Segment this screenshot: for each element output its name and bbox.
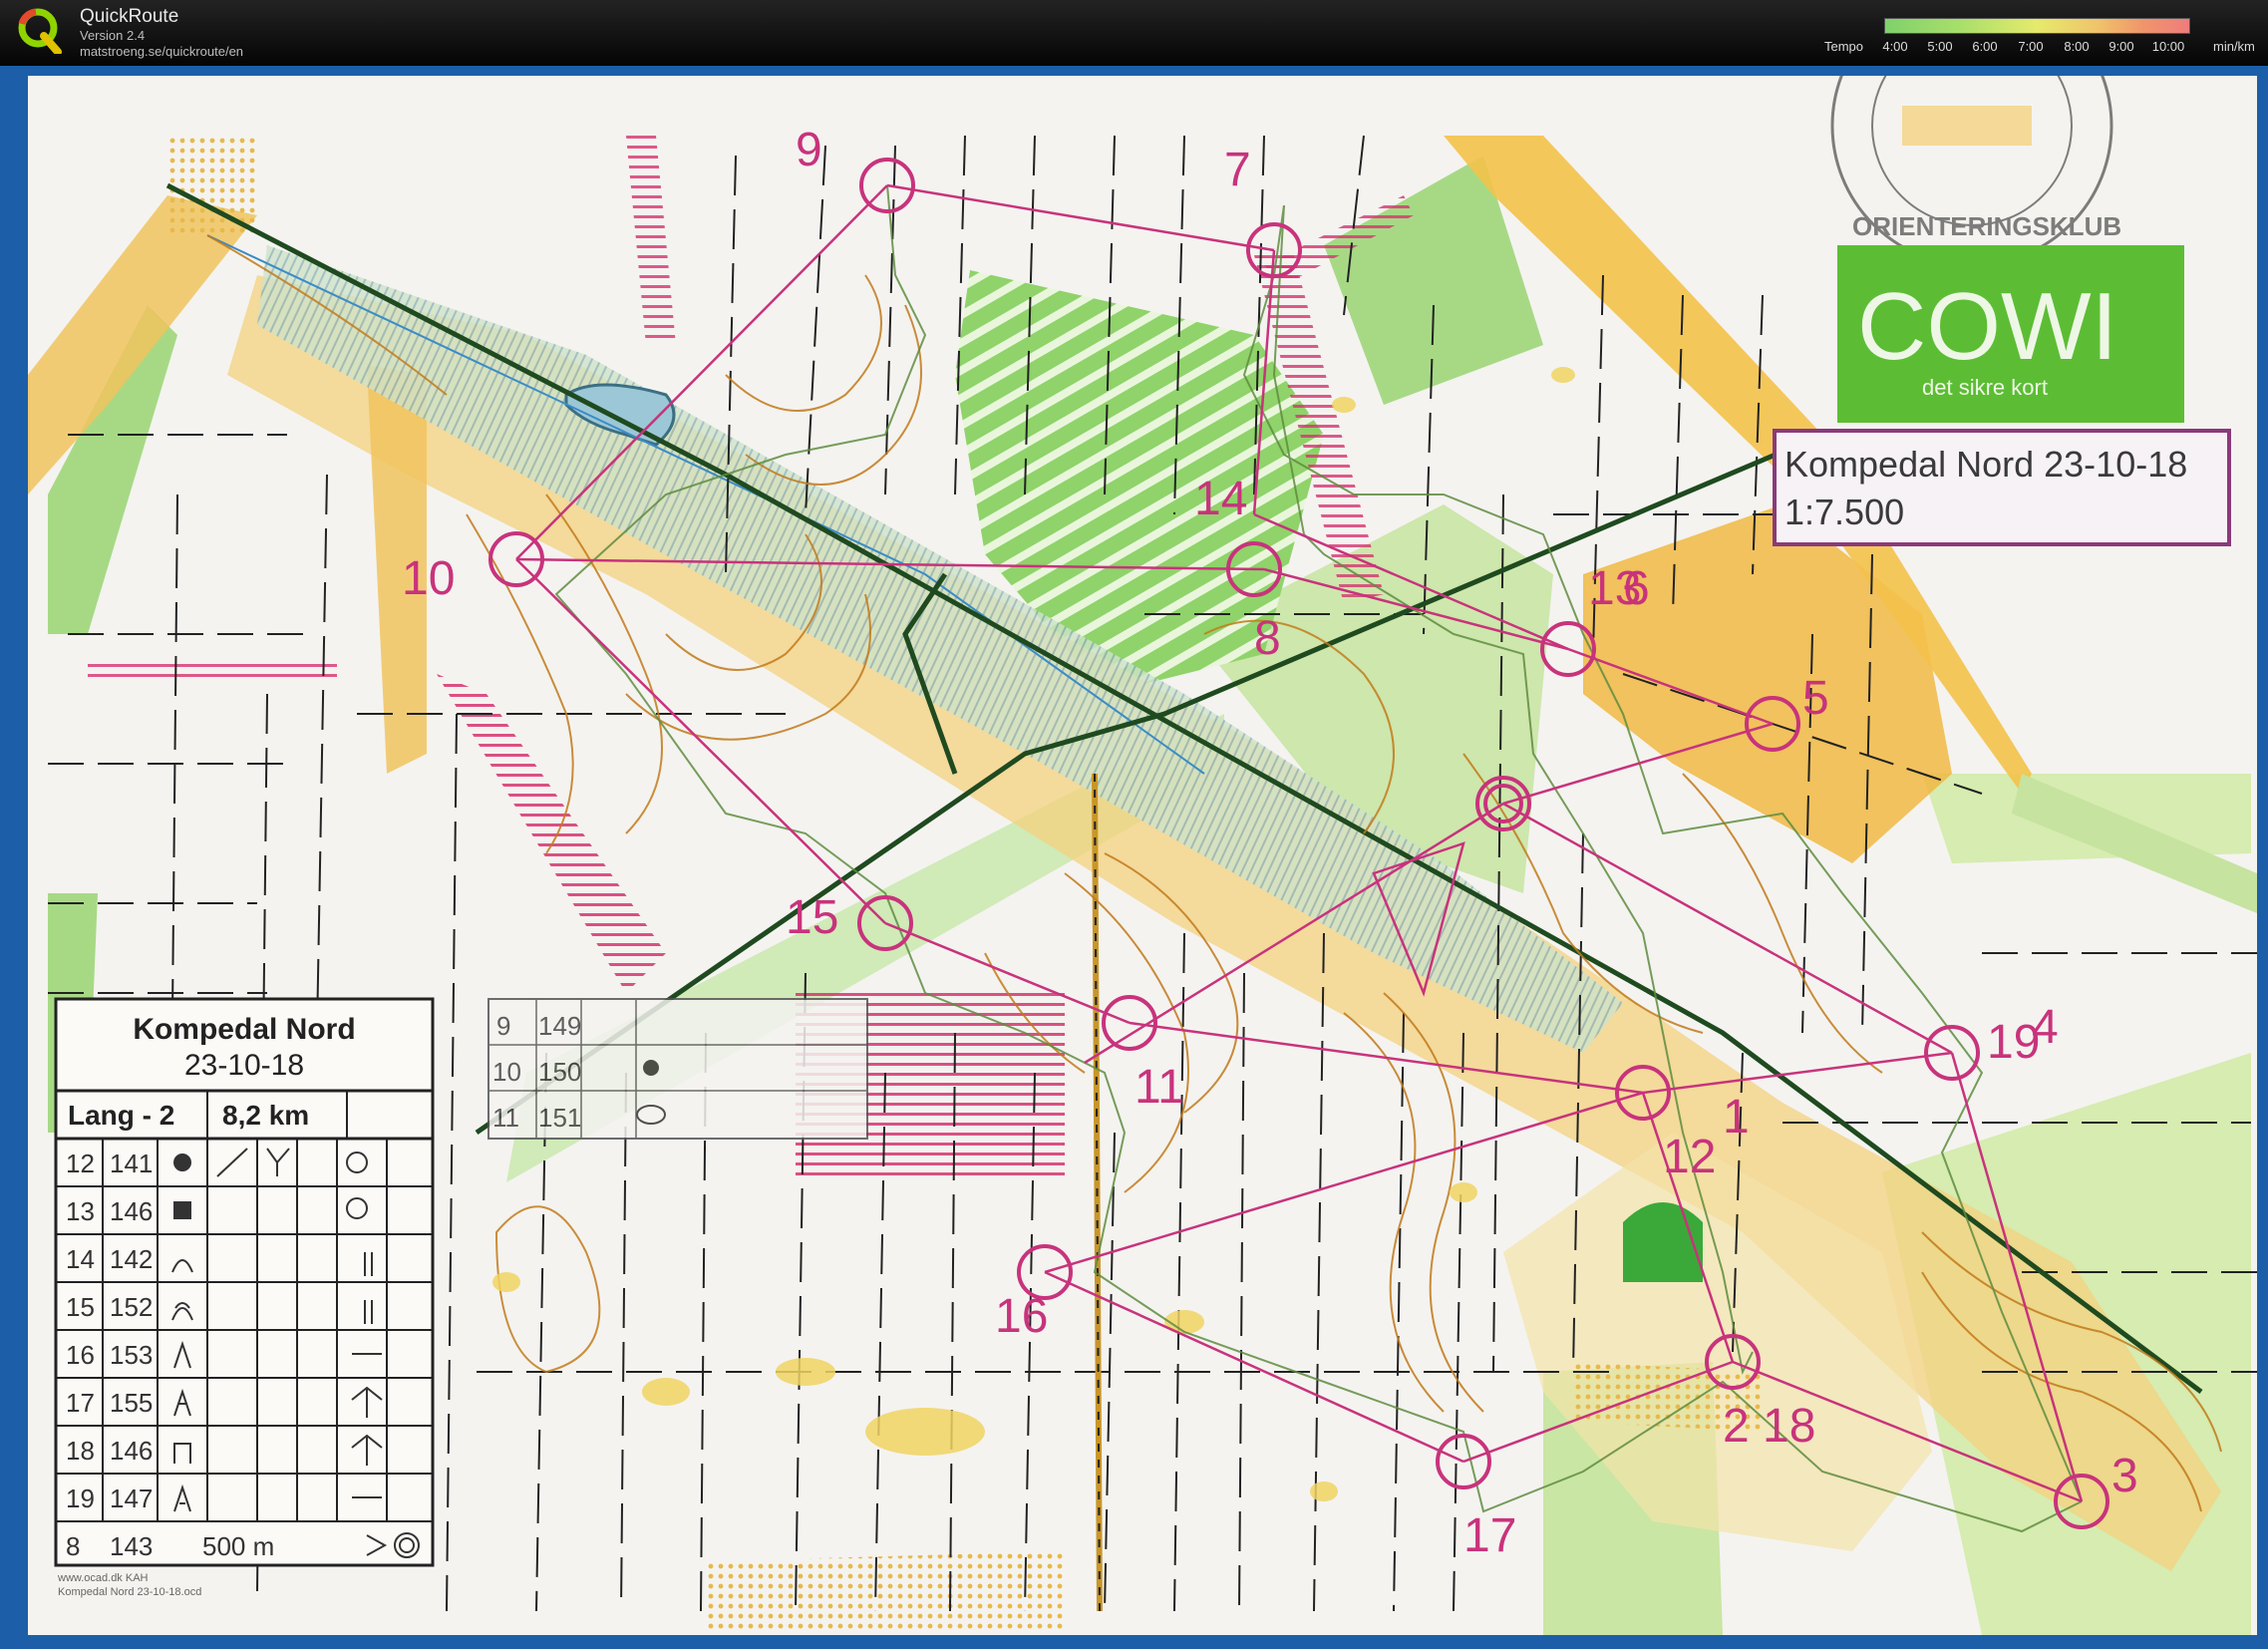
map-scale: 1:7.500 <box>1784 492 1904 532</box>
orienteering-map[interactable]: 9 7 10 14 8 13 6 5 15 11 19 4 12 1 16 2 … <box>28 0 2257 1635</box>
tempo-tick: 9:00 <box>2108 39 2134 54</box>
description-num: 14 <box>66 1244 95 1274</box>
control-label: 18 <box>1763 1400 1815 1453</box>
control-label: 6 <box>1623 562 1650 615</box>
app-header: QuickRoute Version 2.4 matstroeng.se/qui… <box>0 0 2268 66</box>
description-code: 141 <box>110 1149 153 1178</box>
description-num: 15 <box>66 1292 95 1322</box>
sponsor-tagline: det sikre kort <box>1922 375 2048 400</box>
tempo-label: Tempo <box>1824 39 1864 54</box>
finish-code: 143 <box>110 1531 153 1561</box>
description-title: Kompedal Nord <box>133 1013 355 1046</box>
tempo-legend: Tempo 4:00 5:00 6:00 7:00 8:00 9:00 10:0… <box>1814 14 2258 58</box>
tempo-gradient-bar <box>1884 18 2190 34</box>
description-num: 16 <box>66 1340 95 1370</box>
finish-num: 8 <box>66 1531 80 1561</box>
description-num: 17 <box>66 1388 95 1418</box>
control-label: 1 <box>1723 1091 1750 1144</box>
description-code: 146 <box>110 1196 153 1226</box>
description-code: 142 <box>110 1244 153 1274</box>
description-code: 147 <box>110 1484 153 1513</box>
control-label: 7 <box>1224 144 1251 196</box>
control-label: 12 <box>1663 1131 1716 1183</box>
finish-distance: 500 m <box>202 1531 274 1561</box>
course-name: Lang - 2 <box>68 1100 174 1131</box>
description-code: 155 <box>110 1388 153 1418</box>
club-stamp-text: ORIENTERINGSKLUB <box>1852 211 2121 241</box>
cowi-sponsor: COWI det sikre kort <box>1837 245 2184 423</box>
app-title: QuickRoute <box>80 6 179 27</box>
tempo-tick: 8:00 <box>2064 39 2090 54</box>
control-label: 16 <box>995 1290 1048 1343</box>
control-label: 5 <box>1802 672 1829 725</box>
small-description-sheet: 9 149 10 150 11 151 <box>487 998 868 1140</box>
svg-text:11: 11 <box>492 1103 519 1133</box>
feature-dot-icon <box>643 1060 659 1076</box>
description-num: 18 <box>66 1436 95 1466</box>
description-code: 153 <box>110 1340 153 1370</box>
description-num: 13 <box>66 1196 95 1226</box>
control-label: 10 <box>402 552 455 605</box>
control-label: 2 <box>1723 1400 1750 1453</box>
course-distance: 8,2 km <box>222 1100 309 1131</box>
footer-note: www.ocad.dk KAH <box>57 1572 149 1584</box>
tempo-tick: 5:00 <box>1927 39 1953 54</box>
description-date: 23-10-18 <box>184 1049 304 1082</box>
svg-text:10: 10 <box>492 1057 521 1087</box>
control-label: 17 <box>1463 1509 1516 1562</box>
description-code: 152 <box>110 1292 153 1322</box>
description-code: 146 <box>110 1436 153 1466</box>
control-label: 9 <box>796 124 822 176</box>
svg-text:149: 149 <box>538 1011 581 1041</box>
description-num: 12 <box>66 1149 95 1178</box>
map-title: Kompedal Nord 23-10-18 <box>1784 444 2187 485</box>
tempo-tick: 6:00 <box>1972 39 1998 54</box>
control-label: 11 <box>1134 1061 1184 1114</box>
control-description-sheet: Kompedal Nord 23-10-18 Lang - 2 8,2 km 1… <box>54 997 435 1567</box>
control-label: 4 <box>2032 1001 2059 1054</box>
control-label: 8 <box>1254 612 1281 665</box>
svg-text:9: 9 <box>496 1011 510 1041</box>
quickroute-logo-icon <box>18 8 62 54</box>
tempo-unit: min/km <box>2213 39 2255 54</box>
footer-note: Kompedal Nord 23-10-18.ocd <box>58 1586 201 1598</box>
tempo-tick: 4:00 <box>1882 39 1908 54</box>
sponsor-logo: COWI <box>1857 273 2117 380</box>
map-title-box: Kompedal Nord 23-10-18 1:7.500 <box>1773 429 2231 546</box>
tempo-tick: 10:00 <box>2151 39 2185 54</box>
tempo-tick: 7:00 <box>2018 39 2044 54</box>
app-version: Version 2.4 <box>80 28 146 43</box>
app-url[interactable]: matstroeng.se/quickroute/en <box>80 44 243 59</box>
svg-text:150: 150 <box>538 1057 581 1087</box>
control-label: 3 <box>2111 1450 2138 1502</box>
control-label: 15 <box>786 891 838 944</box>
tempo-ticks: 4:00 5:00 6:00 7:00 8:00 9:00 10:00 <box>1882 39 2188 55</box>
svg-text:151: 151 <box>538 1103 581 1133</box>
control-label: 14 <box>1194 473 1247 525</box>
description-num: 19 <box>66 1484 95 1513</box>
